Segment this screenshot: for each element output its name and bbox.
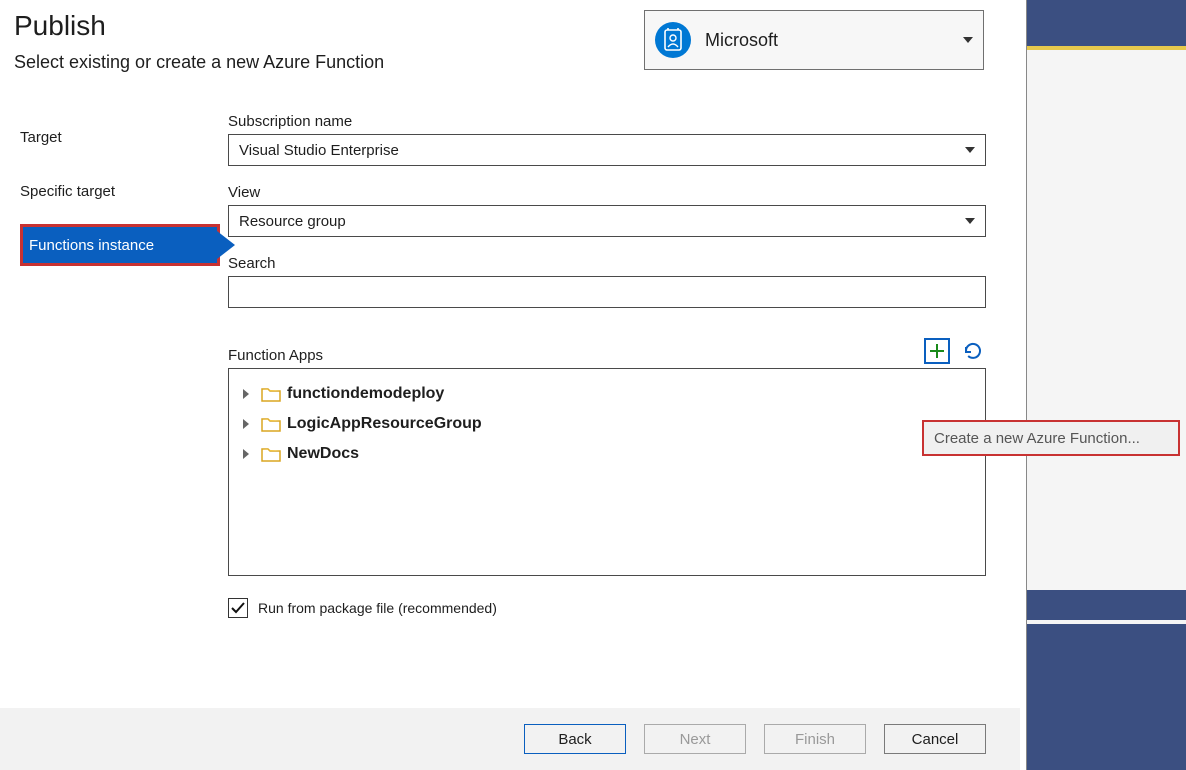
back-button[interactable]: Back [524, 724, 626, 754]
tree-item-label: LogicAppResourceGroup [287, 415, 482, 433]
wizard-sidebar: Target Specific target Functions instanc… [0, 113, 228, 708]
finish-button: Finish [764, 724, 866, 754]
tree-item[interactable]: functiondemodeploy [243, 379, 971, 409]
main-panel: Subscription name Visual Studio Enterpri… [228, 113, 1020, 708]
checkmark-icon [230, 600, 246, 616]
account-badge-icon [655, 22, 691, 58]
chevron-down-icon [965, 147, 975, 153]
folder-icon [261, 386, 281, 402]
account-label: Microsoft [705, 30, 778, 51]
sidebar-item-specific-target[interactable]: Specific target [14, 177, 228, 205]
subscription-value: Visual Studio Enterprise [239, 142, 399, 159]
tree-item-label: functiondemodeploy [287, 385, 444, 403]
view-label: View [228, 184, 986, 201]
function-apps-label: Function Apps [228, 347, 323, 364]
background-decoration [1026, 0, 1186, 770]
view-combo[interactable]: Resource group [228, 205, 986, 237]
refresh-button[interactable] [960, 338, 986, 364]
chevron-down-icon [963, 37, 973, 43]
sidebar-item-label: Functions instance [29, 237, 154, 254]
expand-icon[interactable] [243, 419, 249, 429]
create-new-button[interactable] [924, 338, 950, 364]
cancel-button[interactable]: Cancel [884, 724, 986, 754]
folder-icon [261, 446, 281, 462]
tree-item-label: NewDocs [287, 445, 359, 463]
subscription-label: Subscription name [228, 113, 986, 130]
run-from-package-label: Run from package file (recommended) [258, 600, 497, 616]
sidebar-item-functions-instance[interactable]: Functions instance [20, 224, 220, 266]
sidebar-item-label: Target [20, 129, 62, 146]
folder-icon [261, 416, 281, 432]
search-input[interactable] [228, 276, 986, 308]
function-apps-tree[interactable]: functiondemodeploy LogicAppResourceGroup… [228, 368, 986, 576]
publish-dialog: Publish Select existing or create a new … [0, 0, 1020, 770]
sidebar-item-target[interactable]: Target [14, 123, 228, 151]
chevron-down-icon [965, 218, 975, 224]
account-selector[interactable]: Microsoft [644, 10, 984, 70]
run-from-package-checkbox[interactable] [228, 598, 248, 618]
create-new-tooltip: Create a new Azure Function... [922, 420, 1180, 456]
tree-item[interactable]: NewDocs [243, 439, 971, 469]
plus-icon [929, 343, 945, 359]
dialog-footer: Back Next Finish Cancel [0, 708, 1020, 770]
subscription-combo[interactable]: Visual Studio Enterprise [228, 134, 986, 166]
next-button: Next [644, 724, 746, 754]
refresh-icon [963, 341, 983, 361]
search-label: Search [228, 255, 986, 272]
expand-icon[interactable] [243, 389, 249, 399]
sidebar-item-label: Specific target [20, 183, 115, 200]
expand-icon[interactable] [243, 449, 249, 459]
tree-item[interactable]: LogicAppResourceGroup [243, 409, 971, 439]
view-value: Resource group [239, 213, 346, 230]
